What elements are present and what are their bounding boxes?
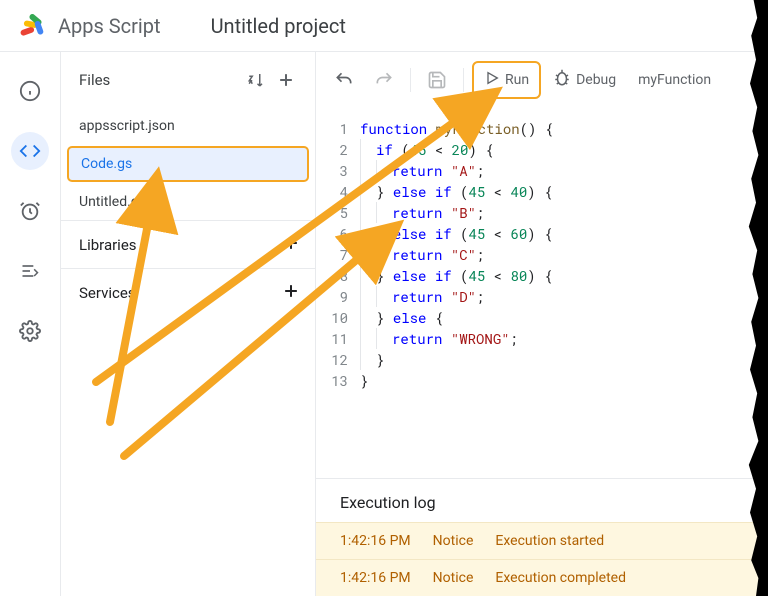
code-line: 6} else if (45 < 60) {	[316, 223, 768, 244]
file-item-label: appsscript.json	[79, 118, 175, 134]
code-line: 10} else {	[316, 307, 768, 328]
line-number: 11	[316, 328, 360, 349]
rail-editor[interactable]	[11, 132, 49, 170]
code-line: 11return "WRONG";	[316, 328, 768, 349]
log-msg: Execution started	[495, 533, 604, 549]
log-msg: Execution completed	[495, 570, 626, 586]
libraries-label: Libraries	[79, 236, 137, 254]
code-line: 5return "B";	[316, 202, 768, 223]
file-list: appsscript.json Code.gs Untitled.gs	[61, 108, 315, 220]
function-dropdown[interactable]: myFunction	[630, 62, 719, 98]
code-line: 9return "D";	[316, 286, 768, 307]
code-line: 13}	[316, 370, 768, 391]
function-selected-label: myFunction	[638, 72, 711, 88]
line-number: 5	[316, 202, 360, 223]
run-label: Run	[505, 72, 529, 88]
log-row: 1:42:16 PM Notice Execution completed	[316, 559, 768, 596]
line-number: 9	[316, 286, 360, 307]
line-number: 12	[316, 349, 360, 370]
header: Apps Script Untitled project	[0, 0, 768, 52]
file-item-label: Code.gs	[81, 156, 132, 172]
code-line: 2if (45 < 20) {	[316, 139, 768, 160]
log-level: Notice	[433, 570, 474, 586]
rail-executions[interactable]	[11, 252, 49, 290]
run-button[interactable]: Run	[472, 61, 541, 99]
code-line: 3return "A";	[316, 160, 768, 181]
rail-overview[interactable]	[11, 72, 49, 110]
services-label: Services	[79, 284, 136, 302]
toolbar: Run Debug myFunction	[316, 52, 768, 108]
files-heading-label: Files	[79, 71, 110, 89]
libraries-section[interactable]: Libraries	[61, 220, 315, 268]
rail-settings[interactable]	[11, 312, 49, 350]
add-file-icon[interactable]	[271, 65, 301, 95]
line-number: 8	[316, 265, 360, 286]
project-title[interactable]: Untitled project	[211, 14, 346, 38]
debug-button[interactable]: Debug	[545, 62, 624, 98]
log-time: 1:42:16 PM	[340, 533, 411, 549]
line-number: 10	[316, 307, 360, 328]
app-name: Apps Script	[58, 14, 161, 38]
debug-icon	[553, 69, 571, 91]
log-row: 1:42:16 PM Notice Execution started	[316, 522, 768, 559]
log-level: Notice	[433, 533, 474, 549]
execution-log-panel: Execution log 1:42:16 PM Notice Execution …	[316, 478, 768, 596]
code-editor[interactable]: 1function myFunction() {2if (45 < 20) {3…	[316, 108, 768, 478]
apps-script-logo-icon	[18, 12, 46, 40]
execution-log-heading: Execution log	[316, 479, 768, 522]
editor-column: Run Debug myFunction 1function myFunctio…	[316, 52, 768, 596]
add-service-icon[interactable]	[281, 281, 301, 305]
file-item[interactable]: appsscript.json	[61, 108, 315, 144]
left-rail	[0, 52, 60, 596]
line-number: 3	[316, 160, 360, 181]
code-line: 8} else if (45 < 80) {	[316, 265, 768, 286]
code-line: 1function myFunction() {	[316, 118, 768, 139]
files-heading: Files	[61, 52, 315, 108]
rail-triggers[interactable]	[11, 192, 49, 230]
line-number: 7	[316, 244, 360, 265]
code-line: 4} else if (45 < 40) {	[316, 181, 768, 202]
file-item[interactable]: Untitled.gs	[61, 184, 315, 220]
redo-button[interactable]	[366, 62, 402, 98]
code-line: 12}	[316, 349, 768, 370]
debug-label: Debug	[576, 72, 616, 88]
file-item-label: Untitled.gs	[79, 194, 146, 210]
line-number: 1	[316, 118, 360, 139]
file-item[interactable]: Code.gs	[67, 146, 309, 182]
add-library-icon[interactable]	[281, 233, 301, 257]
services-section[interactable]: Services	[61, 268, 315, 316]
undo-button[interactable]	[326, 62, 362, 98]
code-line: 7return "C";	[316, 244, 768, 265]
sort-az-icon[interactable]	[241, 65, 271, 95]
save-button[interactable]	[419, 62, 455, 98]
line-number: 2	[316, 139, 360, 160]
line-number: 4	[316, 181, 360, 202]
log-time: 1:42:16 PM	[340, 570, 411, 586]
play-icon	[484, 70, 500, 90]
files-panel: Files appsscript.jsonCode.gsUntitled.gs …	[60, 52, 316, 596]
line-number: 6	[316, 223, 360, 244]
line-number: 13	[316, 370, 360, 391]
